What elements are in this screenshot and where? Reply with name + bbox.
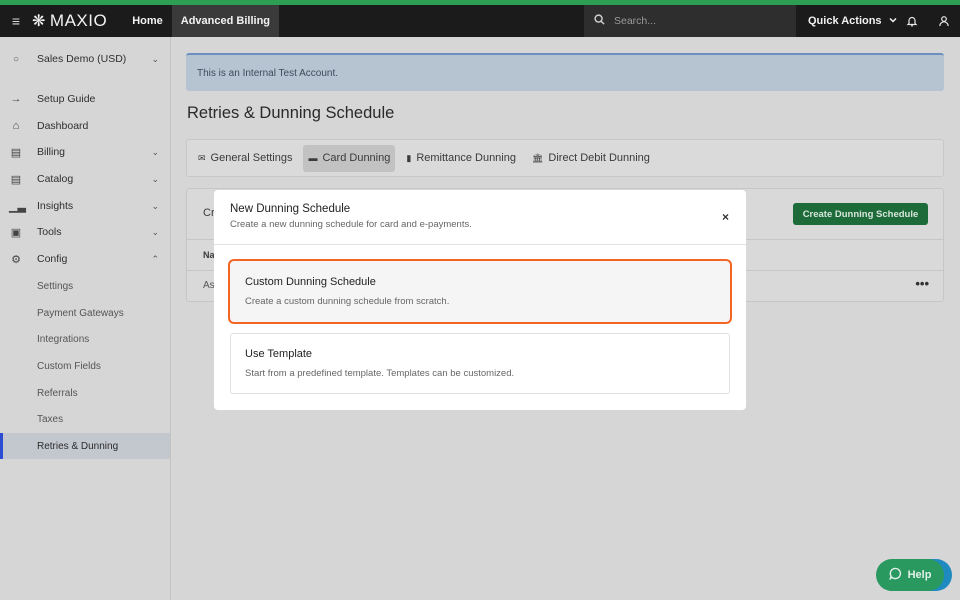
chevron-down-icon: [888, 15, 898, 28]
maxio-logo[interactable]: ❋ MAXIO: [32, 11, 107, 31]
help-label: Help: [907, 569, 932, 581]
modal-subtitle: Create a new dunning schedule for card a…: [230, 219, 472, 230]
nav-advanced-billing[interactable]: Advanced Billing: [171, 5, 280, 37]
chevron-down-icon: ⌄: [151, 146, 159, 157]
create-dunning-schedule-button[interactable]: Create Dunning Schedule: [793, 203, 928, 225]
document-icon: ▮: [406, 152, 412, 163]
dunning-tabs: ✉ General Settings ▬ Card Dunning ▮ Remi…: [186, 139, 944, 177]
option-title: Use Template: [245, 348, 313, 360]
new-dunning-schedule-modal: New Dunning Schedule Create a new dunnin…: [214, 190, 746, 410]
help-button[interactable]: Help: [876, 559, 944, 591]
sidebar-item-config[interactable]: ⚙ Config ⌃: [0, 246, 171, 272]
account-circle-icon: ○: [12, 53, 20, 65]
chevron-down-icon: ⌄: [151, 226, 159, 237]
envelope-icon: ✉: [198, 152, 206, 163]
chat-bubble-icon: [888, 567, 902, 583]
sidebar: ○ Sales Demo (USD) ⌄ → Setup Guide ⌂ Das…: [0, 37, 171, 600]
tab-card-dunning[interactable]: ▬ Card Dunning: [303, 144, 396, 172]
logo-text: MAXIO: [49, 11, 108, 30]
option-description: Start from a predefined template. Templa…: [245, 368, 515, 379]
search-input[interactable]: Search...: [614, 15, 656, 27]
sidebar-item-tools[interactable]: ▣ Tools ⌄: [0, 219, 171, 245]
top-navigation-bar: ≡ ❋ MAXIO Home Advanced Billing Search..…: [0, 5, 960, 37]
option-title: Custom Dunning Schedule: [245, 276, 376, 288]
sidebar-item-label: Billing: [37, 146, 66, 158]
collapse-menu-icon[interactable]: ≡: [0, 5, 32, 37]
close-icon[interactable]: ×: [722, 210, 729, 224]
custom-dunning-schedule-option[interactable]: Custom Dunning Schedule Create a custom …: [230, 261, 730, 322]
maxio-logo-icon: ❋: [32, 13, 46, 30]
page-title: Retries & Dunning Schedule: [187, 104, 395, 122]
account-switcher[interactable]: ○ Sales Demo (USD) ⌄: [0, 48, 171, 70]
quick-actions-menu[interactable]: Quick Actions: [808, 5, 898, 37]
sidebar-item-label: Setup Guide: [37, 93, 96, 105]
sidebar-subitem-custom-fields[interactable]: Custom Fields: [0, 353, 170, 379]
bell-icon[interactable]: [901, 5, 923, 37]
sidebar-subitem-retries-dunning[interactable]: Retries & Dunning: [0, 433, 170, 459]
sidebar-subitem-payment-gateways[interactable]: Payment Gateways: [0, 300, 170, 326]
tab-general-settings[interactable]: ✉ General Settings: [193, 145, 297, 172]
sidebar-item-billing[interactable]: ▤ Billing ⌄: [0, 139, 171, 165]
tab-label: Remittance Dunning: [416, 152, 516, 164]
table-row[interactable]: As: [203, 280, 215, 291]
chevron-down-icon: ⌄: [151, 53, 159, 64]
insights-icon: ▁▃: [9, 200, 26, 213]
sidebar-subitem-taxes[interactable]: Taxes: [0, 406, 170, 432]
tab-remittance-dunning[interactable]: ▮ Remittance Dunning: [401, 145, 521, 172]
sidebar-subitem-integrations[interactable]: Integrations: [0, 326, 170, 352]
tab-label: Card Dunning: [322, 152, 391, 164]
tab-label: General Settings: [210, 152, 293, 164]
column-header-name: Na: [203, 250, 215, 260]
test-account-banner: This is an Internal Test Account.: [186, 53, 944, 91]
quick-actions-label: Quick Actions: [808, 15, 882, 27]
option-description: Create a custom dunning schedule from sc…: [245, 296, 450, 307]
sidebar-item-label: Dashboard: [37, 120, 89, 132]
sidebar-item-label: Config: [37, 253, 68, 265]
sidebar-subitem-referrals[interactable]: Referrals: [0, 380, 170, 406]
sidebar-item-dashboard[interactable]: ⌂ Dashboard: [0, 113, 171, 139]
catalog-icon: ▤: [10, 173, 22, 186]
bank-icon: 🏛: [531, 152, 544, 163]
sidebar-item-label: Tools: [37, 226, 62, 238]
modal-title: New Dunning Schedule: [230, 203, 351, 215]
chevron-down-icon: ⌄: [151, 173, 159, 184]
divider: [214, 244, 746, 245]
credit-card-icon: ▬: [308, 153, 318, 163]
tab-direct-debit-dunning[interactable]: 🏛 Direct Debit Dunning: [527, 145, 655, 172]
use-template-option[interactable]: Use Template Start from a predefined tem…: [230, 333, 730, 394]
chevron-down-icon: ⌄: [151, 200, 159, 211]
row-actions-icon[interactable]: •••: [915, 276, 929, 291]
user-icon[interactable]: [933, 5, 955, 37]
billing-icon: ▤: [10, 146, 22, 159]
search-icon: [594, 14, 605, 28]
arrow-right-icon: →: [10, 93, 22, 105]
tab-label: Direct Debit Dunning: [548, 152, 650, 164]
sidebar-item-catalog[interactable]: ▤ Catalog ⌄: [0, 166, 171, 192]
nav-home[interactable]: Home: [123, 5, 172, 37]
briefcase-icon: ▣: [10, 226, 22, 239]
search-box[interactable]: Search...: [584, 5, 796, 37]
gear-icon: ⚙: [11, 253, 21, 266]
chevron-up-icon: ⌃: [151, 253, 159, 264]
sidebar-item-label: Catalog: [37, 173, 74, 185]
sidebar-item-setup-guide[interactable]: → Setup Guide: [0, 86, 171, 112]
sidebar-item-insights[interactable]: ▁▃ Insights ⌄: [0, 193, 171, 219]
card-heading: Cr: [203, 207, 215, 219]
home-icon: ⌂: [12, 120, 20, 132]
sidebar-item-label: Insights: [37, 200, 74, 212]
account-name: Sales Demo (USD): [37, 53, 127, 65]
sidebar-subitem-settings[interactable]: Settings: [0, 273, 170, 299]
